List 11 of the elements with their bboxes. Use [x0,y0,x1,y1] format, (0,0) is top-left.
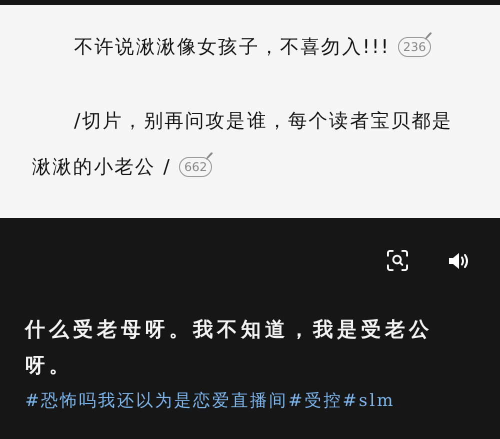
paragraph-text: /切片，别再问攻是谁，每个读者宝贝都是 [74,109,453,134]
paragraph-text: 不许说湫湫像女孩子，不喜勿入!!! [74,35,390,60]
hashtag-link[interactable]: #slm [342,391,396,411]
search-icon[interactable] [387,250,408,271]
hashtag-link[interactable]: #恐怖吗我还以为是恋爱直播间 [25,391,288,411]
video-caption: 什么受老母呀。我不知道，我是受老公呀。 [25,316,434,379]
hashtag-link[interactable]: #受控 [288,391,342,411]
paragraph-text: 湫湫的小老公 / [32,155,172,180]
speaker-icon[interactable] [448,252,470,270]
pen-icon [204,151,214,161]
pen-icon [422,31,433,41]
